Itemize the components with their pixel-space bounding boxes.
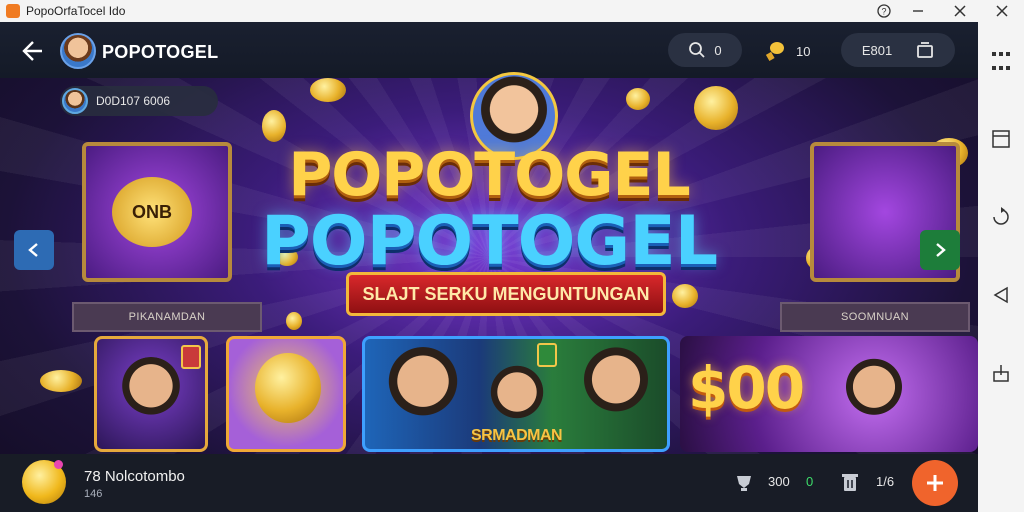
help-icon[interactable]: ? (866, 0, 902, 22)
game-tile-2[interactable] (226, 336, 346, 452)
tile-character (489, 365, 545, 425)
coin-icon (694, 86, 738, 130)
search-button[interactable]: 0 (668, 33, 742, 67)
game-screen: ONB PIKANAMDAN SOOMNUAN POPOTOGEL 0 10 E… (0, 22, 978, 512)
add-button[interactable] (912, 460, 958, 506)
coin-counter[interactable]: 10 (764, 40, 810, 62)
coin-icon (626, 88, 650, 110)
window-titlebar: PopoOrfaTocel Ido ? (0, 0, 1024, 22)
window-title: PopoOrfaTocel Ido (26, 4, 126, 18)
chevron-right-icon (936, 243, 946, 257)
coin-count: 10 (796, 43, 811, 59)
profile-avatar[interactable] (60, 33, 96, 69)
coin-icon (40, 370, 82, 392)
app-icon (6, 4, 20, 18)
app-window: PopoOrfaTocel Ido ? ONB PIKANAMDAN SOOMN… (0, 0, 1024, 512)
mascot-icon (255, 353, 321, 423)
screen-icon[interactable] (986, 124, 1016, 154)
player-sub: 146 (84, 488, 103, 500)
search-count: 0 (714, 42, 722, 58)
tile-character (385, 347, 461, 423)
minimize-icon[interactable] (900, 0, 936, 22)
left-stage-plate: PIKANAMDAN (72, 302, 262, 332)
tile-character (119, 357, 183, 421)
stat-2-value: 1/6 (876, 474, 895, 489)
hero-ribbon: SLAJT SERKU MENGUNTUNGAN (346, 272, 666, 316)
right-stage-plate: SOOMNUAN (780, 302, 970, 332)
chevron-left-icon (28, 243, 38, 257)
carousel-next-button[interactable] (920, 230, 960, 270)
stat-1-value: 300 (768, 474, 790, 489)
carousel-prev-button[interactable] (14, 230, 54, 270)
tile-badge (537, 343, 557, 367)
svg-text:?: ? (881, 7, 886, 17)
hero-logo-top: POPOTOGEL (288, 140, 690, 210)
user-id-chip[interactable]: D0D107 6006 (60, 86, 218, 116)
tile-character (844, 358, 904, 422)
tile-3-label: SRMADMAN (471, 427, 563, 444)
coin-icon (262, 110, 286, 142)
notification-dot (54, 460, 63, 469)
trash-icon[interactable] (840, 472, 860, 492)
tile-badge (181, 345, 201, 369)
stat-1-extra: 0 (806, 474, 814, 489)
user-id: D0D107 6006 (96, 94, 171, 108)
brand-title: POPOTOGEL (102, 42, 219, 62)
game-tile-4[interactable]: $00 (680, 336, 978, 452)
more-icon[interactable] (986, 46, 1016, 76)
share-icon[interactable] (986, 358, 1016, 388)
coin-icon (310, 78, 346, 102)
trophy-icon[interactable] (734, 472, 754, 492)
game-tile-1[interactable] (94, 336, 208, 452)
bottom-bar: 78 Nolcotombo 146 300 0 1/6 (0, 454, 978, 512)
coin-icon (672, 284, 698, 308)
coin-stack-icon (765, 42, 784, 61)
game-tile-3[interactable]: SRMADMAN (362, 336, 670, 452)
balance-value: E801 (861, 42, 893, 58)
back-triangle-icon[interactable] (986, 280, 1016, 310)
plus-icon (927, 475, 943, 491)
search-icon (689, 42, 706, 58)
balance-button[interactable]: E801 (841, 33, 955, 67)
back-arrow-icon[interactable] (20, 38, 46, 64)
wallet-icon (917, 42, 934, 58)
player-name: 78 Nolcotombo (84, 468, 185, 485)
tile-character (581, 347, 651, 419)
android-side-rail (978, 22, 1024, 512)
user-avatar (62, 88, 88, 114)
hero-logo-bottom: POPOTOGEL (260, 202, 718, 281)
close-icon[interactable] (942, 0, 978, 22)
game-header: POPOTOGEL 0 10 E801 (0, 22, 978, 78)
coin-icon (286, 312, 302, 330)
tile-4-amount: $00 (688, 354, 805, 422)
rail-close-icon[interactable] (984, 0, 1020, 22)
rotate-icon[interactable] (986, 202, 1016, 232)
